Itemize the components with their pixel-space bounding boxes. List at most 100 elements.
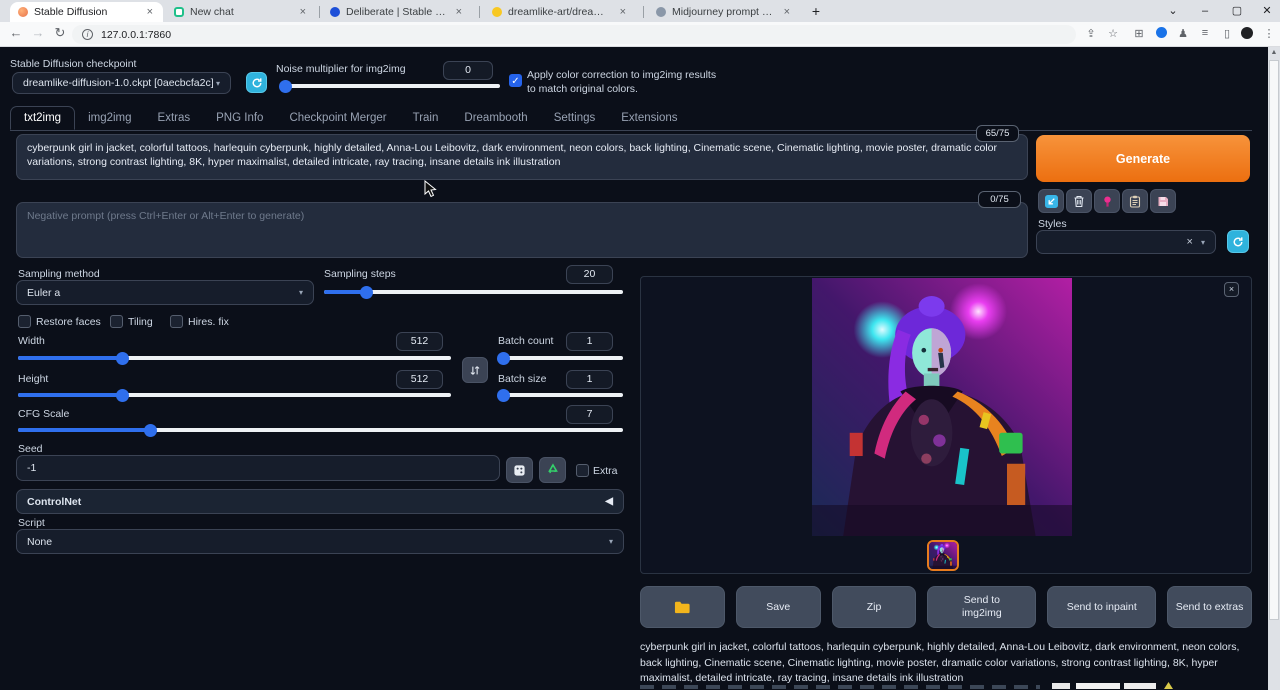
window-maximize-button[interactable]: ▢ [1224,0,1250,22]
save-button[interactable]: Save [736,586,821,628]
hires-fix-checkbox[interactable] [170,315,183,328]
send-to-img2img-button[interactable]: Send to img2img [927,586,1036,628]
new-tab-button[interactable]: + [806,0,826,22]
tab-extensions[interactable]: Extensions [608,107,690,129]
browser-tab-stable-diffusion[interactable]: Stable Diffusion × [10,2,163,22]
send-to-inpaint-button[interactable]: Send to inpaint [1047,586,1156,628]
tab-checkpoint-merger[interactable]: Checkpoint Merger [276,107,399,129]
generate-button[interactable]: Generate [1036,135,1250,182]
browser-tab-dreamlike[interactable]: dreamlike-art/dreamlike-diffusio × [484,2,636,22]
slider-thumb[interactable] [360,286,373,299]
browser-tab-deliberate[interactable]: Deliberate | Stable Diffusion Che × [322,2,472,22]
script-select[interactable]: None ▾ [16,529,624,554]
scroll-up-icon[interactable]: ▲ [1268,47,1280,59]
reload-icon[interactable]: ↻ [50,25,70,41]
slider-thumb[interactable] [116,389,129,402]
slider-thumb[interactable] [116,352,129,365]
checkpoint-refresh-button[interactable] [246,72,267,93]
slider-thumb[interactable] [497,352,510,365]
tab-close-icon[interactable]: × [618,6,628,18]
sampling-method-select[interactable]: Euler a ▾ [16,280,314,305]
width-slider[interactable] [18,356,451,360]
color-correction-checkbox[interactable]: ✓ [509,74,522,87]
noise-multiplier-value[interactable]: 0 [443,61,493,80]
color-correction-label: Apply color correction to img2img result… [527,68,727,96]
seed-input[interactable]: -1 [16,455,500,481]
window-minimize-button[interactable]: – [1192,0,1218,22]
page-scrollbar[interactable]: ▲ [1268,47,1280,690]
width-label: Width [18,335,45,347]
browser-menu-icon[interactable]: ⋮ [1260,27,1278,42]
tab-img2img[interactable]: img2img [75,107,144,129]
tab-extras[interactable]: Extras [145,107,204,129]
checkpoint-select[interactable]: dreamlike-diffusion-1.0.ckpt [0aecbcfa2c… [12,72,231,94]
prompt-textarea[interactable]: cyberpunk girl in jacket, colorful tatto… [16,134,1028,180]
batch-size-value[interactable]: 1 [566,370,613,389]
sampling-steps-value[interactable]: 20 [566,265,613,284]
address-bar[interactable]: i 127.0.0.1:7860 [72,25,1076,44]
styles-refresh-button[interactable] [1227,230,1249,253]
sampling-steps-slider[interactable] [324,290,623,294]
tab-txt2img[interactable]: txt2img [10,106,75,130]
height-value[interactable]: 512 [396,370,443,389]
send-to-extras-button[interactable]: Send to extras [1167,586,1252,628]
controlnet-accordion[interactable]: ControlNet ◀ [16,489,624,514]
reading-list-icon[interactable]: ≡ [1196,27,1214,42]
profile-avatar[interactable] [1238,27,1256,42]
bookmark-star-icon[interactable]: ☆ [1104,27,1122,42]
height-slider[interactable] [18,393,451,397]
tab-train[interactable]: Train [400,107,452,129]
extensions-puzzle-icon[interactable]: ♟ [1174,27,1192,42]
tab-settings[interactable]: Settings [541,107,609,129]
extra-seed-checkbox[interactable] [576,464,589,477]
chatgpt-favicon [174,7,184,17]
gallery-thumbnail-selected[interactable] [927,540,959,571]
reuse-seed-button[interactable] [539,457,566,483]
side-panel-icon[interactable]: ▯ [1218,27,1236,42]
forward-icon[interactable]: → [28,25,48,40]
gallery-actions: Save Zip Send to img2img Send to inpaint… [640,586,1252,628]
tiling-checkbox[interactable] [110,315,123,328]
site-info-icon[interactable]: i [82,29,93,40]
apps-grid-icon[interactable]: ⊞ [1130,27,1148,42]
open-folder-button[interactable] [640,586,725,628]
window-chevron-icon[interactable]: ⌄ [1160,0,1186,22]
restore-faces-checkbox[interactable] [18,315,31,328]
tab-close-icon[interactable]: × [454,6,464,18]
browser-tab-new-chat[interactable]: New chat × [166,2,316,22]
save-style-button[interactable] [1150,189,1176,213]
read-parameters-button[interactable] [1038,189,1064,213]
slider-thumb[interactable] [497,389,510,402]
width-value[interactable]: 512 [396,332,443,351]
styles-select[interactable]: × ▾ [1036,230,1216,254]
tab-close-icon[interactable]: × [782,6,792,18]
browser-tab-midjourney[interactable]: Midjourney prompt examples : L × [648,2,800,22]
window-close-button[interactable]: ✕ [1254,0,1280,22]
tab-png-info[interactable]: PNG Info [203,107,276,129]
tab-dreambooth[interactable]: Dreambooth [451,107,540,129]
apply-styles-button[interactable] [1122,189,1148,213]
slider-thumb[interactable] [144,424,157,437]
batch-count-value[interactable]: 1 [566,332,613,351]
tab-close-icon[interactable]: × [145,6,155,18]
generated-image[interactable] [812,278,1072,536]
batch-count-slider[interactable] [498,356,623,360]
slider-thumb[interactable] [279,80,292,93]
clear-prompt-button[interactable] [1066,189,1092,213]
clear-styles-icon[interactable]: × [1187,236,1193,248]
noise-multiplier-slider[interactable] [281,84,500,88]
negative-prompt-textarea[interactable]: Negative prompt (press Ctrl+Enter or Alt… [16,202,1028,258]
share-icon[interactable]: ⇪ [1082,27,1100,42]
sync-status-icon[interactable] [1152,27,1170,42]
cfg-scale-value[interactable]: 7 [566,405,613,424]
close-gallery-icon[interactable]: × [1224,282,1239,297]
scrollbar-thumb[interactable] [1269,60,1279,620]
batch-size-slider[interactable] [498,393,623,397]
zip-button[interactable]: Zip [832,586,917,628]
tab-close-icon[interactable]: × [298,6,308,18]
cfg-scale-slider[interactable] [18,428,623,432]
back-icon[interactable]: ← [6,25,26,40]
extra-networks-button[interactable] [1094,189,1120,213]
random-seed-button[interactable] [506,457,533,483]
swap-dimensions-button[interactable] [462,357,488,383]
